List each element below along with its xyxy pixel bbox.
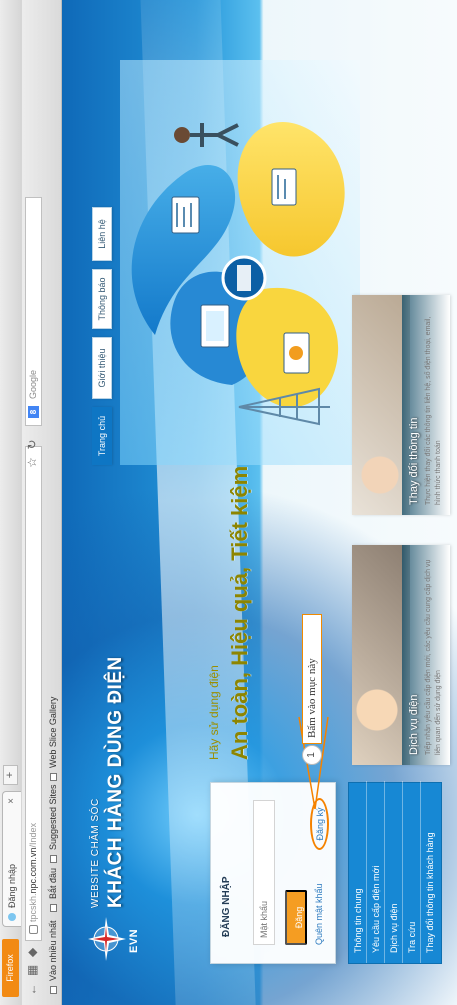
firefox-menu-button[interactable]: Firefox [2,939,19,997]
url-suffix: /Index [28,822,38,848]
hero-slogan-text: An toàn, Hiệu quả, Tiết kiệm [227,465,252,760]
info-change-card-description: Thực hiện thay đổi các thông tin liên hệ… [425,316,442,505]
nav-contact[interactable]: Liên hệ [92,207,112,261]
login-title: ĐĂNG NHẬP [221,876,232,937]
nav-home[interactable]: Trang chủ [92,407,112,465]
register-link[interactable]: Đăng ký [310,798,329,850]
forgot-password-link[interactable]: Quên mật khẩu [314,883,324,945]
side-menu-change-customer-info[interactable]: Thay đổi thông tin khách hàng [421,781,439,963]
service-illustration [120,60,360,465]
service-card[interactable]: Dịch vụ điện Tiếp nhận yêu cầu cấp điện … [352,545,450,765]
nav-announcements[interactable]: Thông báo [92,269,112,329]
step-marker: 1 [302,745,322,765]
url-field[interactable]: tpcskh.npc.com.vn/Index [25,446,42,941]
google-search-icon: 8 [28,406,39,418]
side-menu-electric-services[interactable]: Dịch vụ điện [385,781,403,963]
reader-icon[interactable]: ▦ [25,963,40,978]
bookmarks-toolbar: Vào nhiều nhất Bắt đầu Suggested Sites W… [45,0,62,1005]
reload-icon[interactable]: ↻ [25,437,40,452]
evn-logo-text: EVN [128,928,140,953]
left-panel: ĐĂNG NHẬP Đăng nhập Quên mật khẩu Đăng k… [210,781,442,964]
site-title-top: WEBSITE CHĂM SÓC [90,798,101,908]
website-viewport: EVN WEBSITE CHĂM SÓC KHÁCH HÀNG DÙNG ĐIỆ… [62,0,457,1005]
site-identity-icon[interactable]: ◆ [25,945,40,960]
url-prefix: tpcskh. [28,893,38,922]
url-domain: npc.com.vn [28,847,38,894]
bookmark-web-slice-gallery[interactable]: Web Slice Gallery [45,697,62,781]
browser-tab[interactable]: Đăng nhập × [2,791,21,927]
browser-page: Firefox Đăng nhập × + ← ▦ ◆ tpcskh.npc.c… [0,0,457,1005]
site-header-brand: EVN WEBSITE CHĂM SÓC KHÁCH HÀNG DÙNG ĐIỆ… [86,656,146,966]
search-input[interactable]: 8 Google [25,197,42,426]
side-menu-lookup[interactable]: Tra cứu [403,781,421,963]
main-navigation: Trang chủ Giới thiệu Thông báo Liên hệ [92,85,112,465]
back-icon[interactable]: ← [25,982,40,997]
rotated-screenshot: Firefox Đăng nhập × + ← ▦ ◆ tpcskh.npc.c… [0,0,457,1005]
star-icon[interactable]: ☆ [25,455,40,470]
service-card-title: Dịch vụ điện [408,694,420,755]
login-button[interactable]: Đăng nhập [285,890,326,945]
new-tab-button[interactable]: + [3,765,18,785]
search-placeholder: Google [28,369,38,399]
click-here-hint: Bấm vào mục này [302,614,322,744]
login-panel: ĐĂNG NHẬP Đăng nhập Quên mật khẩu Đăng k… [210,782,336,964]
side-menu: Thông tin chung Yêu cầu cấp điện mới Dịc… [348,781,442,964]
browser-chrome: Firefox Đăng nhập × + ← ▦ ◆ tpcskh.npc.c… [0,0,62,1005]
tab-title: Đăng nhập [7,863,17,908]
info-change-card-title: Thay đổi thông tin [408,417,420,505]
site-favicon-icon [8,913,16,921]
site-lock-icon [29,925,38,934]
bookmark-start[interactable]: Bắt đầu [45,868,62,912]
password-field[interactable] [253,800,275,945]
hero-subtitle: Hãy sử dụng điện [207,665,221,760]
bookmark-most-visited[interactable]: Vào nhiều nhất [45,920,62,994]
site-title-main: KHÁCH HÀNG DÙNG ĐIỆN [105,656,126,908]
side-menu-general-info[interactable]: Thông tin chung [349,781,367,963]
nav-about[interactable]: Giới thiệu [92,337,112,399]
close-tab-icon[interactable]: × [3,798,21,804]
hero-slogan: Hãy sử dụng điện An toàn, Hiệu quả, Tiết… [207,466,297,760]
address-row: ← ▦ ◆ tpcskh.npc.com.vn/Index ☆ ↻ 8 Goog… [22,0,45,1005]
side-menu-new-power-request[interactable]: Yêu cầu cấp điện mới [367,781,385,963]
bookmark-suggested-sites[interactable]: Suggested Sites [45,784,62,863]
service-cards: Dịch vụ điện Tiếp nhận yêu cầu cấp điện … [352,60,450,765]
service-card-description: Tiếp nhận yêu cầu cấp điện mới, các yêu … [425,559,442,755]
tab-strip: Firefox Đăng nhập × + [0,0,22,1005]
info-change-card[interactable]: Thay đổi thông tin Thực hiện thay đổi cá… [352,295,450,515]
